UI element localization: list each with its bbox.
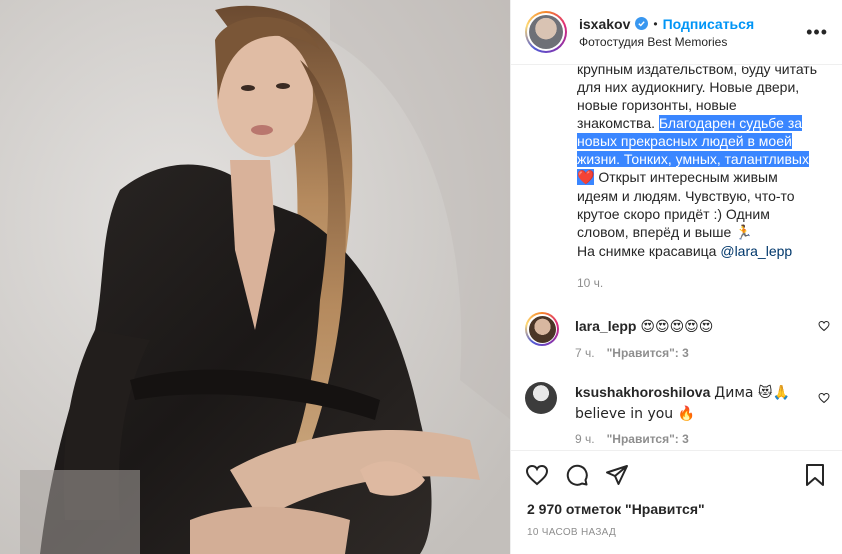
comment-username[interactable]: lara_lepp [575,318,636,334]
model-photo-image [0,0,510,554]
comment-icon[interactable] [565,463,589,487]
comment-time[interactable]: 9 ч. [575,432,595,446]
caption-mention-link[interactable]: @lara_lepp [720,243,792,259]
comment-avatar[interactable] [525,382,557,414]
comment-text: 😍😍😍😍😍 [640,319,714,335]
likes-count[interactable]: 2 970 отметок "Нравится" [527,501,705,517]
comment-username[interactable]: ksushakhoroshilova [575,384,710,400]
post-side-panel: isxakov • Подписаться Фотостудия Best Me… [511,0,842,554]
bookmark-icon[interactable] [804,463,826,487]
heart-icon[interactable] [525,463,549,487]
post-caption: крупным издательством, буду читать для н… [577,66,817,260]
more-options-icon[interactable]: ••• [806,22,828,43]
verified-badge-icon [635,17,649,30]
post-photo[interactable] [0,0,511,554]
author-username[interactable]: isxakov [579,16,630,32]
caption-text-2: Открыт интересным живым идеям и людям. Ч… [577,169,795,240]
follow-button[interactable]: Подписаться [663,16,755,32]
post-actions-bar: 2 970 отметок "Нравится" 10 ЧАСОВ НАЗАД [511,450,842,554]
share-icon[interactable] [605,463,629,487]
separator-dot: • [653,16,658,31]
comments-scroll-area[interactable]: крупным издательством, буду читать для н… [511,66,842,450]
running-emoji: 🏃 [735,225,753,241]
instagram-post-modal: isxakov • Подписаться Фотостудия Best Me… [0,0,842,554]
red-heart-emoji: ❤️ [577,170,595,186]
caption-time[interactable]: 10 ч. [577,276,603,290]
post-timestamp[interactable]: 10 ЧАСОВ НАЗАД [527,527,616,538]
comment-likes[interactable]: "Нравится": 3 [607,346,689,360]
author-avatar[interactable] [525,11,567,53]
comment-time[interactable]: 7 ч. [575,346,595,360]
comment-likes[interactable]: "Нравится": 3 [607,432,689,446]
caption-text-3: На снимке красавица [577,243,721,259]
post-location[interactable]: Фотостудия Best Memories [579,35,754,49]
post-header: isxakov • Подписаться Фотостудия Best Me… [511,0,842,65]
comment-like-heart-icon[interactable] [818,392,830,404]
comment-like-heart-icon[interactable] [818,320,830,332]
comment-avatar[interactable] [525,312,559,346]
